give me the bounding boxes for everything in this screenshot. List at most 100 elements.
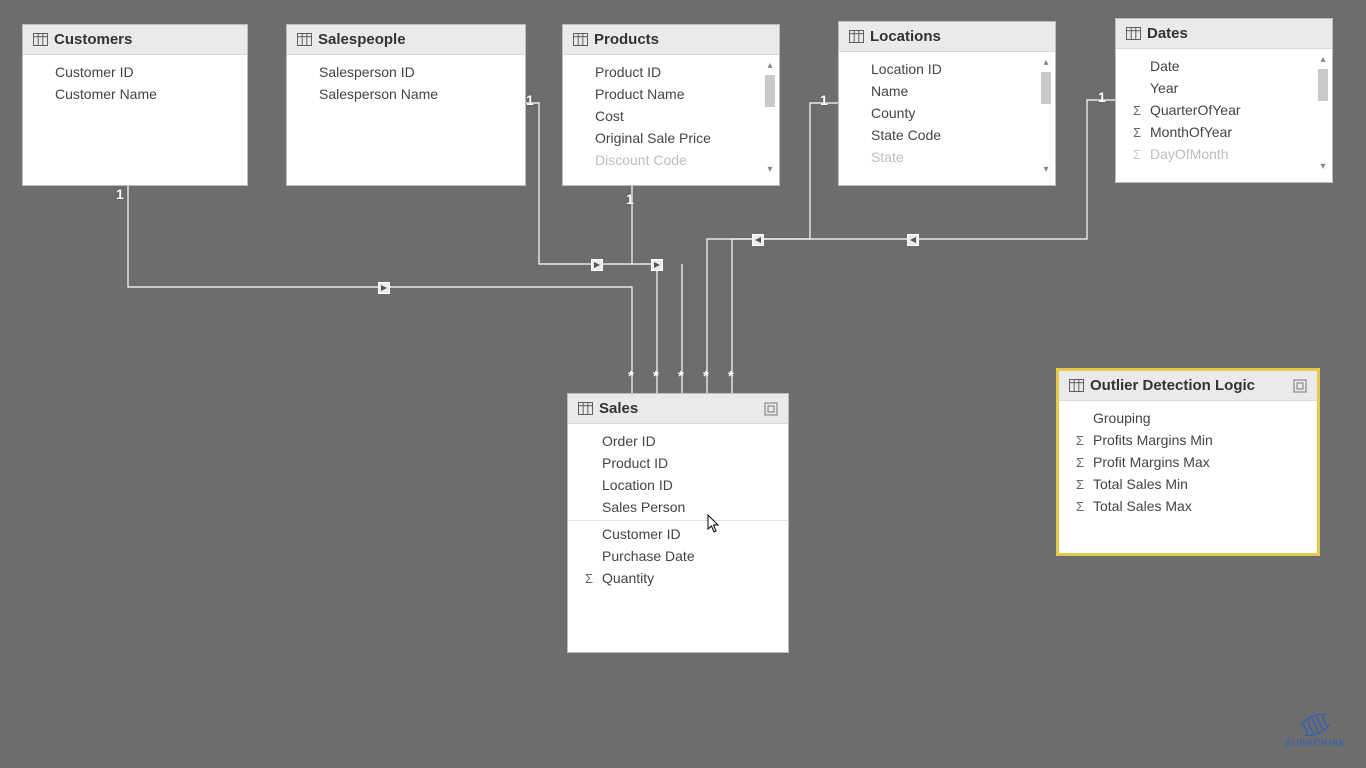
table-title: Products: [594, 31, 769, 48]
cardinality-many: *: [678, 368, 684, 385]
field-item[interactable]: ΣTotal Sales Min: [1059, 473, 1317, 495]
sigma-icon: Σ: [1073, 455, 1087, 470]
field-item[interactable]: Product ID: [563, 61, 779, 83]
field-item[interactable]: ΣTotal Sales Max: [1059, 495, 1317, 517]
table-title: Customers: [54, 31, 237, 48]
field-item[interactable]: Location ID: [568, 474, 788, 496]
scroll-thumb[interactable]: [1041, 72, 1051, 104]
sigma-icon: Σ: [1073, 499, 1087, 514]
field-item[interactable]: Order ID: [568, 430, 788, 452]
cardinality-one: 1: [116, 186, 124, 202]
scroll-down-icon[interactable]: ▾: [1316, 160, 1330, 174]
table-locations[interactable]: Locations Location ID Name County State …: [838, 21, 1056, 186]
field-item[interactable]: Discount Code: [563, 149, 779, 171]
field-item[interactable]: Customer ID: [23, 61, 247, 83]
table-header[interactable]: Products: [563, 25, 779, 55]
field-item[interactable]: ΣProfit Margins Max: [1059, 451, 1317, 473]
table-header[interactable]: Customers: [23, 25, 247, 55]
field-item[interactable]: Year: [1116, 77, 1332, 99]
table-icon: [297, 33, 312, 46]
sigma-icon: Σ: [582, 571, 596, 586]
field-list: Salesperson ID Salesperson Name: [287, 55, 525, 113]
table-products[interactable]: Products Product ID Product Name Cost Or…: [562, 24, 780, 186]
field-item[interactable]: Location ID: [839, 58, 1055, 80]
field-item[interactable]: ΣMonthOfYear: [1116, 121, 1332, 143]
field-item[interactable]: Original Sale Price: [563, 127, 779, 149]
filter-direction-icon: [752, 234, 764, 246]
scroll-thumb[interactable]: [1318, 69, 1328, 101]
sigma-icon: Σ: [1073, 433, 1087, 448]
field-item[interactable]: Grouping: [1059, 407, 1317, 429]
table-dates[interactable]: Dates Date Year ΣQuarterOfYear ΣMonthOfY…: [1115, 18, 1333, 183]
cardinality-many: *: [628, 368, 634, 385]
table-title: Salespeople: [318, 31, 515, 48]
field-item[interactable]: Product ID: [568, 452, 788, 474]
table-header[interactable]: Dates: [1116, 19, 1332, 49]
field-item[interactable]: County: [839, 102, 1055, 124]
table-header[interactable]: Salespeople: [287, 25, 525, 55]
subscribe-watermark: SUBSCRIBE: [1285, 714, 1346, 748]
table-title: Outlier Detection Logic: [1090, 377, 1287, 394]
scroll-thumb[interactable]: [765, 75, 775, 107]
table-title: Dates: [1147, 25, 1322, 42]
table-icon: [1069, 379, 1084, 392]
field-list: Order ID Product ID Location ID Sales Pe…: [568, 424, 788, 597]
field-item[interactable]: ΣQuarterOfYear: [1116, 99, 1332, 121]
scroll-up-icon[interactable]: ▴: [763, 59, 777, 73]
scrollbar[interactable]: ▴ ▾: [1039, 56, 1053, 177]
table-header[interactable]: Locations: [839, 22, 1055, 52]
cardinality-one: 1: [1098, 89, 1106, 105]
storage-mode-icon: [1293, 379, 1307, 393]
table-sales[interactable]: Sales Order ID Product ID Location ID Sa…: [567, 393, 789, 653]
field-list: Product ID Product Name Cost Original Sa…: [563, 55, 779, 181]
field-item[interactable]: Salesperson ID: [287, 61, 525, 83]
table-icon: [573, 33, 588, 46]
filter-direction-icon: [591, 259, 603, 271]
table-salespeople[interactable]: Salespeople Salesperson ID Salesperson N…: [286, 24, 526, 186]
field-list: Location ID Name County State Code State…: [839, 52, 1055, 181]
field-list: Grouping ΣProfits Margins Min ΣProfit Ma…: [1059, 401, 1317, 525]
cardinality-one: 1: [526, 92, 534, 108]
subscribe-label: SUBSCRIBE: [1285, 738, 1346, 748]
table-customers[interactable]: Customers Customer ID Customer Name: [22, 24, 248, 186]
cardinality-many: *: [653, 368, 659, 385]
scrollbar[interactable]: ▴ ▾: [763, 59, 777, 177]
table-icon: [1126, 27, 1141, 40]
scrollbar[interactable]: ▴ ▾: [1316, 53, 1330, 174]
field-item[interactable]: Salesperson Name: [287, 83, 525, 105]
scroll-down-icon[interactable]: ▾: [763, 163, 777, 177]
table-icon: [849, 30, 864, 43]
field-item[interactable]: ΣQuantity: [568, 567, 788, 589]
field-item[interactable]: Purchase Date: [568, 545, 788, 567]
dna-icon: [1298, 714, 1332, 736]
divider: [568, 520, 788, 521]
storage-mode-icon: [764, 402, 778, 416]
field-item[interactable]: Customer Name: [23, 83, 247, 105]
field-item[interactable]: ΣProfits Margins Min: [1059, 429, 1317, 451]
table-header[interactable]: Outlier Detection Logic: [1059, 371, 1317, 401]
table-icon: [33, 33, 48, 46]
field-item[interactable]: ΣDayOfMonth: [1116, 143, 1332, 165]
filter-direction-icon: [378, 282, 390, 294]
field-item[interactable]: State: [839, 146, 1055, 168]
field-item[interactable]: Sales Person: [568, 496, 788, 518]
sigma-icon: Σ: [1073, 477, 1087, 492]
field-list: Customer ID Customer Name: [23, 55, 247, 113]
field-item[interactable]: State Code: [839, 124, 1055, 146]
field-item[interactable]: Date: [1116, 55, 1332, 77]
field-item[interactable]: Name: [839, 80, 1055, 102]
table-outlier-detection-logic[interactable]: Outlier Detection Logic Grouping ΣProfit…: [1058, 370, 1318, 554]
scroll-up-icon[interactable]: ▴: [1039, 56, 1053, 70]
table-title: Sales: [599, 400, 758, 417]
table-icon: [578, 402, 593, 415]
scroll-up-icon[interactable]: ▴: [1316, 53, 1330, 67]
filter-direction-icon: [907, 234, 919, 246]
field-item[interactable]: Cost: [563, 105, 779, 127]
field-item[interactable]: Product Name: [563, 83, 779, 105]
field-item[interactable]: Customer ID: [568, 523, 788, 545]
field-list: Date Year ΣQuarterOfYear ΣMonthOfYear ΣD…: [1116, 49, 1332, 178]
scroll-down-icon[interactable]: ▾: [1039, 163, 1053, 177]
cardinality-one: 1: [820, 92, 828, 108]
table-header[interactable]: Sales: [568, 394, 788, 424]
sigma-icon: Σ: [1130, 125, 1144, 140]
